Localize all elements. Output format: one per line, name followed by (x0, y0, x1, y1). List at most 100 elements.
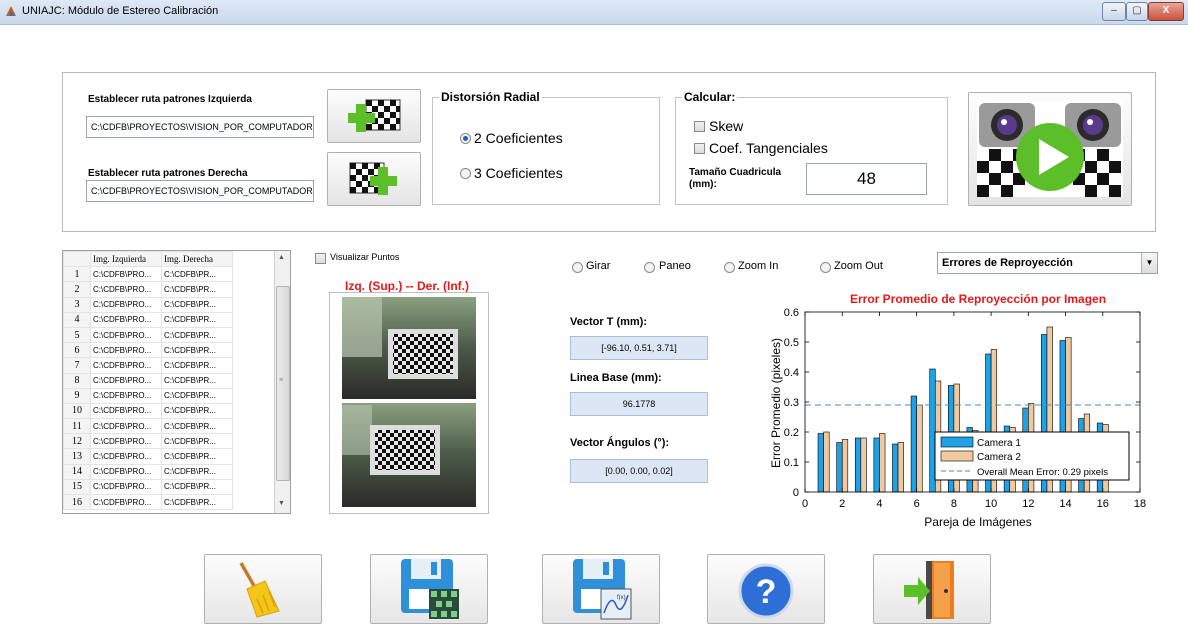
left-cell[interactable]: C:\CDFB\PRO... (90, 478, 162, 496)
left-cell[interactable]: C:\CDFB\PRO... (90, 387, 162, 404)
radio-2-coef[interactable] (460, 133, 471, 144)
x-tick-label: 10 (985, 498, 997, 510)
close-button[interactable]: X (1148, 2, 1184, 21)
help-button[interactable]: ? (707, 554, 825, 624)
left-cell[interactable]: C:\CDFB\PRO... (90, 266, 162, 283)
table-row[interactable]: 3 C:\CDFB\PRO... C:\CDFB\PR... (63, 296, 233, 313)
left-cell[interactable]: C:\CDFB\PRO... (90, 311, 162, 328)
x-tick-label: 18 (1134, 498, 1146, 510)
legend-swatch-camera1 (940, 436, 974, 448)
left-cell[interactable]: C:\CDFB\PRO... (90, 342, 162, 359)
table-row[interactable]: 12 C:\CDFB\PRO... C:\CDFB\PR... (63, 433, 233, 450)
right-cell[interactable]: C:\CDFB\PR... (161, 387, 233, 404)
plot-type-select[interactable]: Errores de Reproyección ▼ (937, 252, 1158, 274)
table-scrollbar[interactable]: ▲ ≡ ▼ (274, 251, 290, 513)
right-cell[interactable]: C:\CDFB\PR... (161, 296, 233, 313)
stereo-preview (329, 292, 489, 514)
chessboard-add-icon (349, 162, 397, 195)
show-points-checkbox[interactable] (315, 253, 326, 264)
table-row[interactable]: 8 C:\CDFB\PRO... C:\CDFB\PR... (63, 372, 233, 389)
table-row[interactable]: 10 C:\CDFB\PRO... C:\CDFB\PR... (63, 402, 233, 420)
show-points-label: Visualizar Puntos (330, 252, 400, 262)
right-cell[interactable]: C:\CDFB\PR... (161, 311, 233, 328)
scroll-grip-icon: ≡ (279, 377, 284, 384)
legend-mean: Overall Mean Error: 0.29 pixels (977, 467, 1108, 478)
left-cell[interactable]: C:\CDFB\PRO... (90, 493, 162, 511)
right-cell[interactable]: C:\CDFB\PR... (161, 357, 233, 374)
left-cell[interactable]: C:\CDFB\PRO... (90, 372, 162, 389)
exit-button[interactable] (873, 554, 991, 624)
y-tick-label: 0.1 (784, 457, 799, 469)
table-row[interactable]: 16 C:\CDFB\PRO... C:\CDFB\PR... (63, 493, 233, 511)
table-row[interactable]: 14 C:\CDFB\PRO... C:\CDFB\PR... (63, 463, 233, 480)
radio-3-coef[interactable] (460, 168, 471, 179)
reprojection-error-chart[interactable]: Error Promedio de Reproyección por Image… (755, 288, 1160, 538)
save-data-icon (401, 559, 459, 619)
right-path-field[interactable]: C:\CDFB\PROYECTOS\VISION_POR_COMPUTADOR (86, 180, 314, 202)
add-right-patterns-button[interactable] (327, 152, 421, 206)
left-cell[interactable]: C:\CDFB\PRO... (90, 433, 162, 450)
chevron-down-icon[interactable]: ▼ (1141, 253, 1157, 273)
legend-camera1: Camera 1 (977, 438, 1021, 449)
radio-rotate[interactable] (572, 262, 583, 273)
table-row[interactable]: 1 C:\CDFB\PRO... C:\CDFB\PR... (63, 266, 233, 283)
left-cell[interactable]: C:\CDFB\PRO... (90, 448, 162, 465)
left-cell[interactable]: C:\CDFB\PRO... (90, 326, 162, 344)
tangential-checkbox[interactable] (694, 143, 705, 154)
table-row[interactable]: 7 C:\CDFB\PRO... C:\CDFB\PR... (63, 357, 233, 374)
maximize-button[interactable]: ▢ (1126, 2, 1148, 21)
right-cell[interactable]: C:\CDFB\PR... (161, 418, 233, 435)
right-cell[interactable]: C:\CDFB\PR... (161, 372, 233, 389)
right-cell[interactable]: C:\CDFB\PR... (161, 402, 233, 420)
table-row[interactable]: 13 C:\CDFB\PRO... C:\CDFB\PR... (63, 448, 233, 465)
right-cell[interactable]: C:\CDFB\PR... (161, 266, 233, 283)
x-tick-label: 6 (914, 498, 920, 510)
y-tick-label: 0.4 (784, 367, 799, 379)
run-calibration-button[interactable] (968, 92, 1132, 206)
window-title: UNIAJC: Módulo de Estereo Calibración (22, 5, 219, 17)
left-cell[interactable]: C:\CDFB\PRO... (90, 402, 162, 420)
y-tick-label: 0.5 (784, 337, 799, 349)
left-cell[interactable]: C:\CDFB\PRO... (90, 357, 162, 374)
radio-zoom-out[interactable] (820, 262, 831, 273)
image-pairs-table[interactable]: Img. Izquierda Img. Derecha 1 C:\CDFB\PRO… (62, 250, 291, 514)
left-cell[interactable]: C:\CDFB\PRO... (90, 281, 162, 298)
right-cell[interactable]: C:\CDFB\PR... (161, 478, 233, 496)
right-cell[interactable]: C:\CDFB\PR... (161, 463, 233, 480)
add-left-patterns-button[interactable] (327, 89, 421, 143)
table-row[interactable]: 6 C:\CDFB\PRO... C:\CDFB\PR... (63, 342, 233, 359)
table-row[interactable]: 11 C:\CDFB\PRO... C:\CDFB\PR... (63, 418, 233, 435)
scroll-up-icon[interactable]: ▲ (278, 254, 285, 261)
left-cell[interactable]: C:\CDFB\PRO... (90, 296, 162, 313)
angles-value: [0.00, 0.00, 0.02] (570, 459, 708, 483)
minimize-button[interactable]: – (1102, 2, 1126, 21)
right-cell[interactable]: C:\CDFB\PR... (161, 281, 233, 298)
table-row[interactable]: 5 C:\CDFB\PRO... C:\CDFB\PR... (63, 326, 233, 344)
square-size-field[interactable]: 48 (806, 163, 927, 195)
skew-checkbox[interactable] (694, 121, 705, 132)
chessboard-add-icon (348, 99, 401, 132)
row-number: 14 (63, 463, 91, 480)
right-cell[interactable]: C:\CDFB\PR... (161, 326, 233, 344)
clear-button[interactable] (204, 554, 322, 624)
skew-label: Skew (709, 118, 744, 134)
save-report-button[interactable]: f(x) (542, 554, 660, 624)
radio-pan[interactable] (644, 262, 655, 273)
scroll-down-icon[interactable]: ▼ (278, 500, 285, 507)
table-row[interactable]: 4 C:\CDFB\PRO... C:\CDFB\PR... (63, 311, 233, 328)
left-cell[interactable]: C:\CDFB\PRO... (90, 463, 162, 480)
right-path-label: Establecer ruta patrones Derecha (88, 168, 248, 179)
calculate-title: Calcular: (682, 90, 738, 104)
table-row[interactable]: 15 C:\CDFB\PRO... C:\CDFB\PR... (63, 478, 233, 496)
radio-zoom-in[interactable] (724, 262, 735, 273)
table-row[interactable]: 2 C:\CDFB\PRO... C:\CDFB\PR... (63, 281, 233, 298)
right-cell[interactable]: C:\CDFB\PR... (161, 448, 233, 465)
right-cell[interactable]: C:\CDFB\PR... (161, 433, 233, 450)
right-cell[interactable]: C:\CDFB\PR... (161, 342, 233, 359)
table-row[interactable]: 9 C:\CDFB\PRO... C:\CDFB\PR... (63, 387, 233, 404)
save-data-button[interactable] (370, 554, 488, 624)
row-number: 8 (63, 372, 91, 389)
right-cell[interactable]: C:\CDFB\PR... (161, 493, 233, 511)
left-path-field[interactable]: C:\CDFB\PROYECTOS\VISION_POR_COMPUTADOR (86, 116, 314, 138)
left-cell[interactable]: C:\CDFB\PRO... (90, 418, 162, 435)
